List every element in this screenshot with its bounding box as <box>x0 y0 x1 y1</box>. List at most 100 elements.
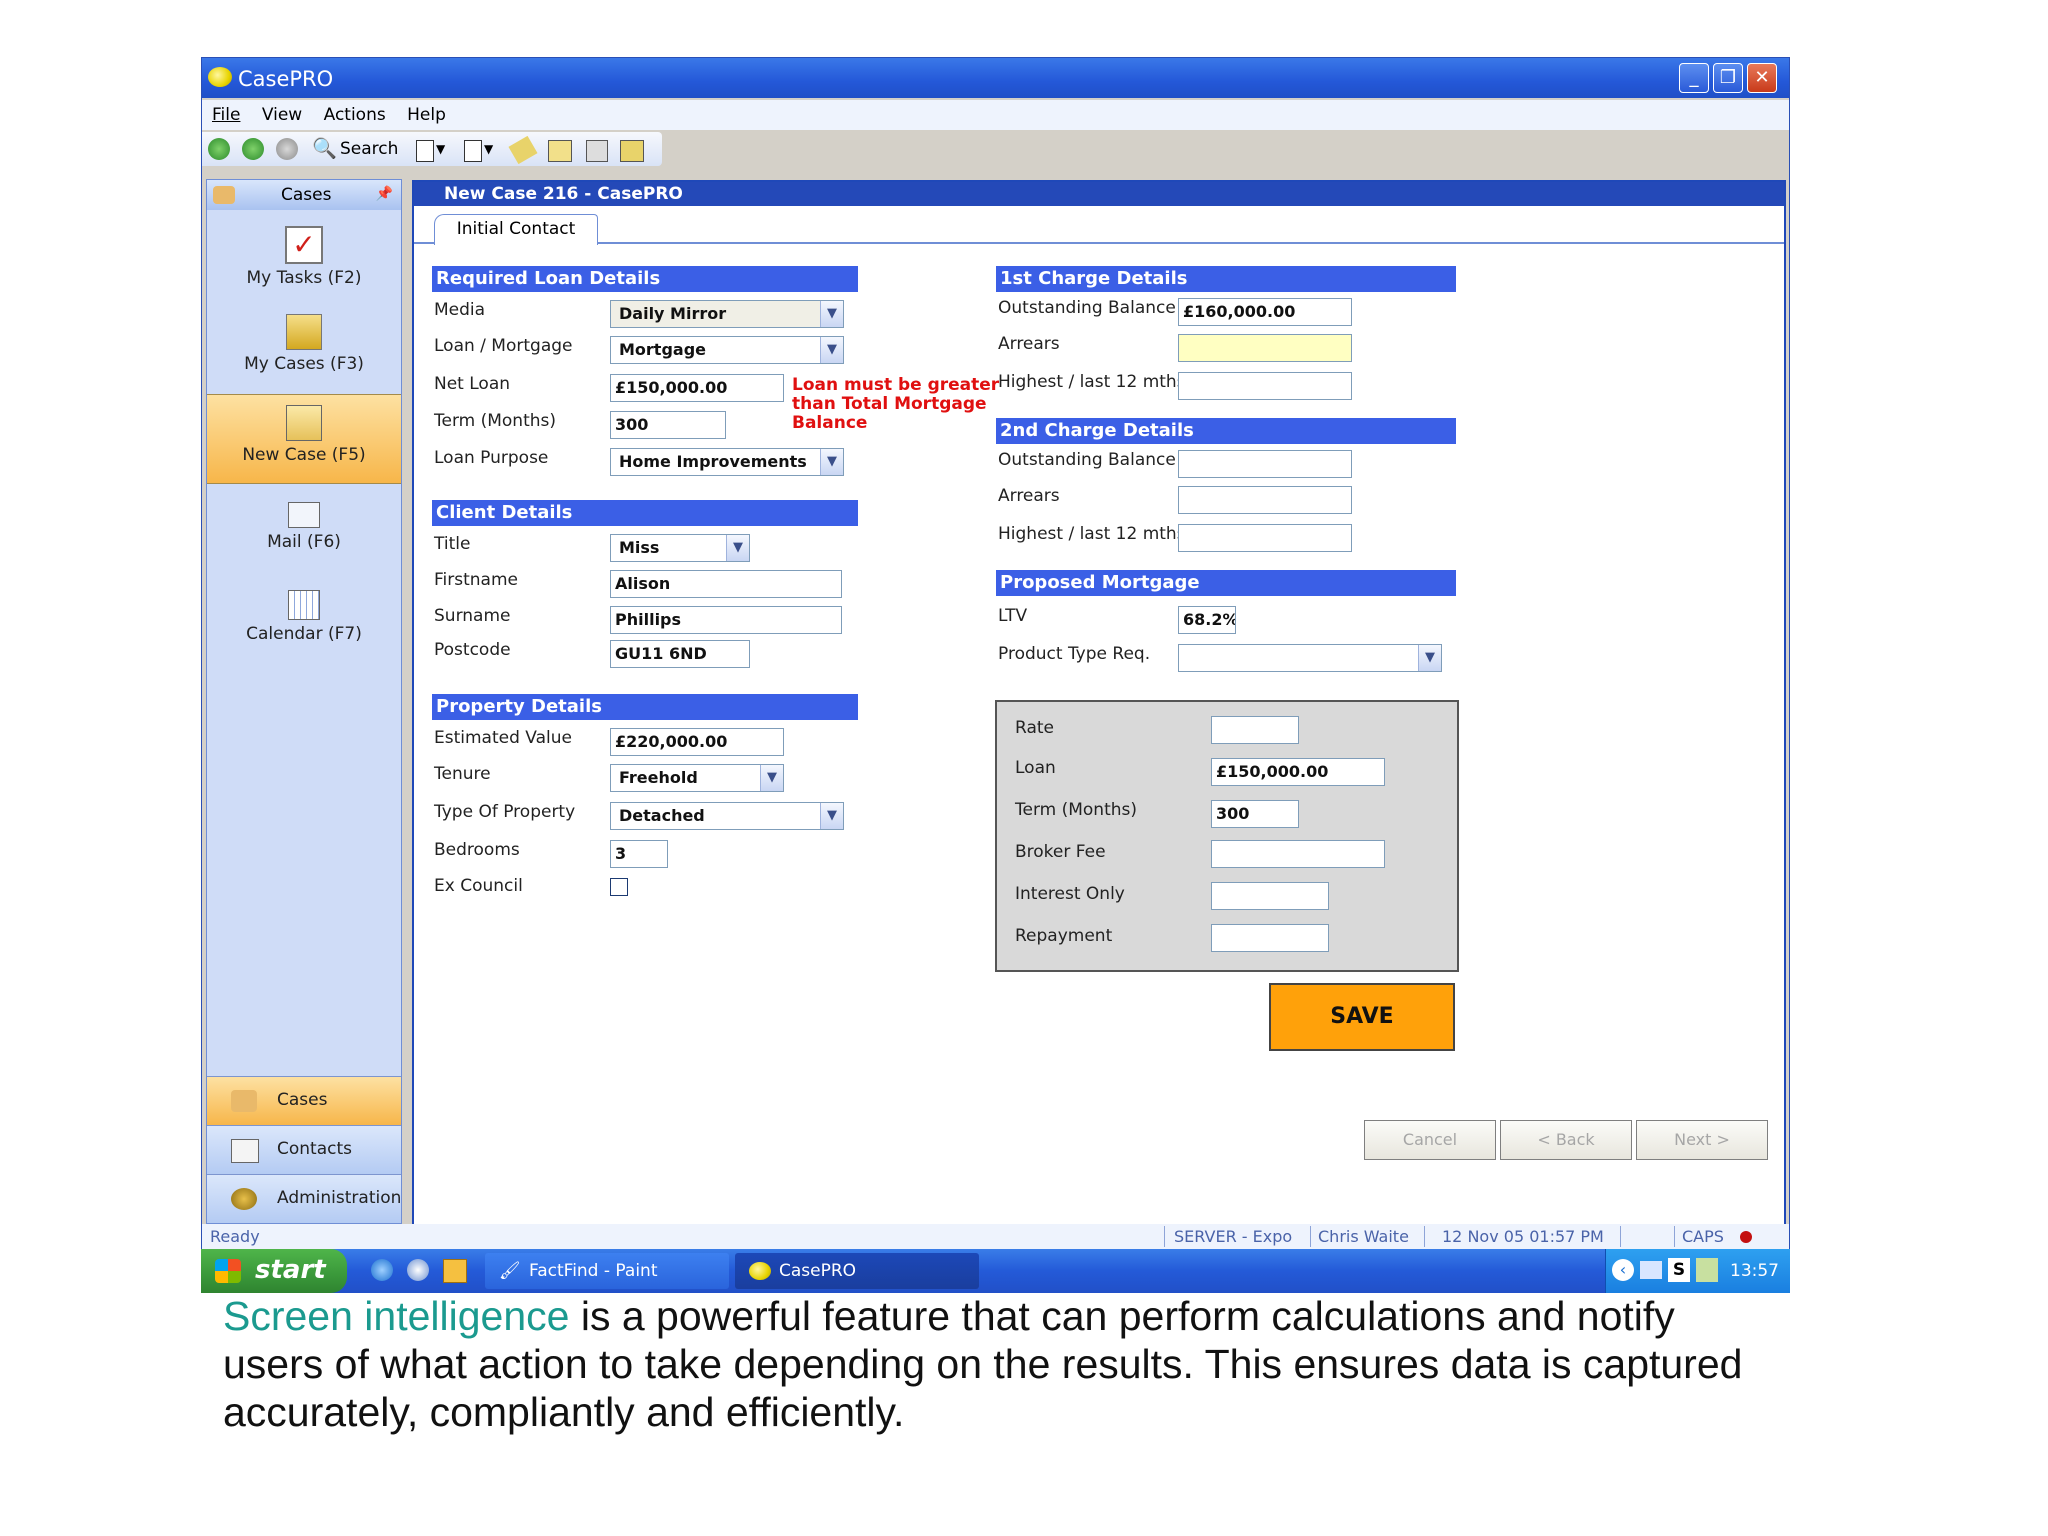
second-highest-input[interactable] <box>1178 524 1352 552</box>
nav-cases-label: Cases <box>277 1090 328 1110</box>
section-first-charge: 1st Charge Details <box>996 266 1456 292</box>
title-label: Title <box>434 534 471 554</box>
status-user: Chris Waite <box>1318 1227 1409 1246</box>
tenure-label: Tenure <box>434 764 491 784</box>
toolbar: 🔍 Search ▼ ▼ <box>202 132 662 166</box>
calculator-icon[interactable] <box>586 140 608 162</box>
folder-icon[interactable] <box>548 140 572 162</box>
second-highest-label: Highest / last 12 mths <box>998 524 1186 544</box>
chevron-left-icon[interactable]: ‹ <box>1612 1259 1634 1281</box>
postcode-input[interactable]: GU11 6ND <box>610 640 750 668</box>
net-loan-input[interactable]: £150,000.00 <box>610 374 784 402</box>
ex-council-checkbox[interactable] <box>610 878 628 896</box>
nav-cases[interactable]: Cases <box>207 1076 401 1125</box>
refresh-icon[interactable] <box>276 138 298 160</box>
my-pc-icon[interactable] <box>1696 1258 1718 1282</box>
forward-arrow-icon[interactable] <box>242 138 264 160</box>
loan-mortgage-select[interactable]: Mortgage ▼ <box>610 336 844 364</box>
document-icon[interactable] <box>464 140 482 162</box>
nav-contacts[interactable]: Contacts <box>207 1125 401 1174</box>
term-input[interactable]: 300 <box>610 411 726 439</box>
first-arrears-input[interactable] <box>1178 334 1352 362</box>
product-type-select[interactable]: ▼ <box>1178 644 1442 672</box>
caption-text: Screen intelligence is a powerful featur… <box>223 1292 1783 1436</box>
rate-input[interactable] <box>1211 716 1299 744</box>
proposed-loan-input[interactable]: £150,000.00 <box>1211 758 1385 786</box>
estimated-value-input[interactable]: £220,000.00 <box>610 728 784 756</box>
ltv-input[interactable]: 68.2% <box>1178 606 1236 634</box>
menu-help[interactable]: Help <box>407 105 446 125</box>
sidebar-item-my-cases[interactable]: My Cases (F3) <box>207 304 401 392</box>
menu-file[interactable]: File <box>212 105 240 125</box>
s-app-icon[interactable]: S <box>1668 1258 1690 1282</box>
back-arrow-icon[interactable] <box>208 138 230 160</box>
second-balance-label: Outstanding Balance <box>998 450 1176 470</box>
proposed-term-label: Term (Months) <box>1015 800 1138 820</box>
nav-administration[interactable]: Administration <box>207 1174 401 1223</box>
taskbar: start 🖌 FactFind - Paint CasePRO ‹ S 13:… <box>201 1249 1790 1293</box>
network-icon[interactable] <box>1640 1261 1662 1279</box>
surname-input[interactable]: Phillips <box>610 606 842 634</box>
repayment-input[interactable] <box>1211 924 1329 952</box>
chevron-down-icon: ▼ <box>820 337 843 363</box>
back-button[interactable]: < Back <box>1500 1120 1632 1160</box>
tenure-select[interactable]: Freehold ▼ <box>610 764 784 792</box>
clipboard-icon[interactable] <box>620 140 644 162</box>
minimize-button[interactable]: _ <box>1679 63 1709 93</box>
title-bar[interactable]: CasePRO _ ❐ ✕ <box>202 58 1789 98</box>
menu-view[interactable]: View <box>262 105 302 125</box>
mail-icon <box>288 502 320 528</box>
next-button[interactable]: Next > <box>1636 1120 1768 1160</box>
interest-only-input[interactable] <box>1211 882 1329 910</box>
proposed-term-input[interactable]: 300 <box>1211 800 1299 828</box>
chevron-down-icon[interactable]: ▼ <box>484 142 493 156</box>
nav-contacts-label: Contacts <box>277 1139 352 1159</box>
warning-line: Loan must be greater <box>792 375 1000 395</box>
panel-header: New Case 216 - CasePRO <box>414 182 1784 206</box>
media-player-icon[interactable] <box>407 1259 429 1281</box>
gears-icon <box>231 1188 257 1210</box>
search-button[interactable]: Search <box>340 139 398 159</box>
new-document-icon[interactable] <box>416 140 434 162</box>
restore-button[interactable]: ❐ <box>1713 63 1743 93</box>
firstname-input[interactable]: Alison <box>610 570 842 598</box>
second-balance-input[interactable] <box>1178 450 1352 478</box>
search-icon[interactable]: 🔍 <box>312 136 337 160</box>
media-select[interactable]: Daily Mirror ▼ <box>610 300 844 328</box>
app-launcher-icon[interactable] <box>443 1259 467 1283</box>
loan-purpose-select[interactable]: Home Improvements ▼ <box>610 448 844 476</box>
sidebar-item-mail[interactable]: Mail (F6) <box>207 486 401 574</box>
close-button[interactable]: ✕ <box>1747 63 1777 93</box>
broker-fee-input[interactable] <box>1211 840 1385 868</box>
cancel-button[interactable]: Cancel <box>1364 1120 1496 1160</box>
bedrooms-input[interactable]: 3 <box>610 840 668 868</box>
property-type-value: Detached <box>619 806 705 825</box>
first-highest-input[interactable] <box>1178 372 1352 400</box>
task-label: CasePRO <box>779 1261 857 1281</box>
task-paint[interactable]: 🖌 FactFind - Paint <box>485 1253 729 1289</box>
warning-line: Balance <box>792 413 868 433</box>
browser-icon[interactable] <box>371 1259 393 1281</box>
sidebar-item-calendar[interactable]: Calendar (F7) <box>207 576 401 664</box>
menu-actions[interactable]: Actions <box>324 105 386 125</box>
ltv-label: LTV <box>998 606 1028 626</box>
calendar-icon <box>288 590 320 620</box>
pin-icon[interactable]: 📌 <box>376 186 393 202</box>
tab-initial-contact[interactable]: Initial Contact <box>434 214 598 245</box>
second-arrears-input[interactable] <box>1178 486 1352 514</box>
title-select[interactable]: Miss ▼ <box>610 534 750 562</box>
tab-bar: Initial Contact <box>414 206 1784 245</box>
first-balance-input[interactable]: £160,000.00 <box>1178 298 1352 326</box>
property-type-select[interactable]: Detached ▼ <box>610 802 844 830</box>
status-ready: Ready <box>210 1227 260 1246</box>
tenure-value: Freehold <box>619 768 698 787</box>
loan-warning-message: Loan must be greater than Total Mortgage… <box>792 376 999 433</box>
task-casepro[interactable]: CasePRO <box>735 1253 979 1289</box>
estimated-value-label: Estimated Value <box>434 728 572 748</box>
sidebar-item-new-case[interactable]: New Case (F5) <box>207 394 401 484</box>
save-button[interactable]: SAVE <box>1269 983 1455 1051</box>
pencil-icon[interactable] <box>508 135 538 165</box>
sidebar-item-my-tasks[interactable]: ✓ My Tasks (F2) <box>207 216 401 304</box>
start-button[interactable]: start <box>201 1249 347 1293</box>
chevron-down-icon[interactable]: ▼ <box>436 142 445 156</box>
